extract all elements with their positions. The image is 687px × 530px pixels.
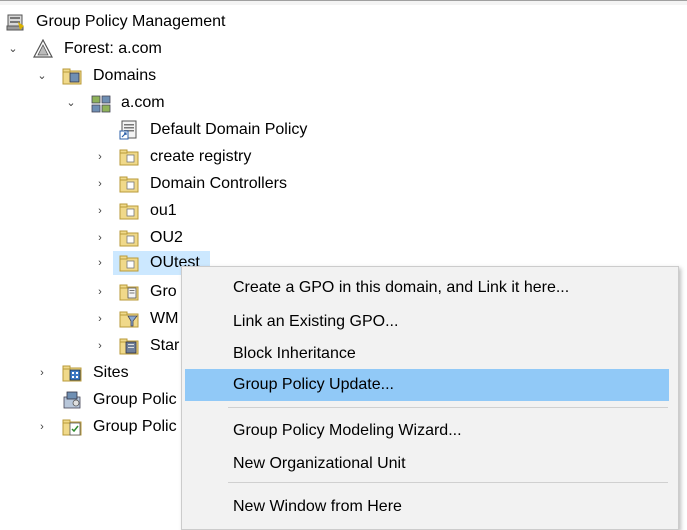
menu-separator <box>228 482 668 483</box>
ou-folder-icon <box>119 203 139 220</box>
menu-item-label: Group Policy Update... <box>233 376 394 393</box>
tree-item-ou[interactable]: › OU2 <box>0 226 300 250</box>
menu-item-label: New Window from Here <box>233 498 402 515</box>
gp-modeling-icon <box>63 391 81 409</box>
chevron-right-icon[interactable]: › <box>95 307 105 331</box>
tree-item-wmi-filters[interactable]: › WM <box>0 307 200 331</box>
tree-item-sites[interactable]: › Sites <box>0 361 200 385</box>
menu-item-label: New Organizational Unit <box>233 455 406 472</box>
menu-item-new-window-from-here[interactable]: New Window from Here <box>185 491 669 523</box>
menu-item-create-gpo-and-link[interactable]: Create a GPO in this domain, and Link it… <box>185 272 669 304</box>
tree-item-label: Forest: a.com <box>64 40 162 57</box>
tree-item-label: Default Domain Policy <box>150 121 308 138</box>
tree-item-label: Domains <box>93 67 157 84</box>
tree-item-label: Domain Controllers <box>150 175 287 192</box>
tree-item-label: OU2 <box>150 229 183 246</box>
ou-folder-icon <box>119 149 139 166</box>
tree-root[interactable]: Group Policy Management <box>0 10 300 34</box>
menu-item-link-existing-gpo[interactable]: Link an Existing GPO... <box>185 306 669 338</box>
tree-item-label: a.com <box>121 94 165 111</box>
chevron-right-icon[interactable]: › <box>37 415 47 439</box>
menu-item-group-policy-update[interactable]: Group Policy Update... <box>185 369 669 401</box>
tree-item-group-policy-modeling[interactable]: Group Polic <box>0 388 200 412</box>
ou-folder-icon <box>119 255 139 272</box>
gp-results-folder-icon <box>62 419 82 436</box>
gpo-folder-icon <box>119 284 139 301</box>
gpo-link-icon <box>119 120 137 140</box>
tree-item-label: Gro <box>150 283 177 300</box>
tree-item-domains[interactable]: ⌄ Domains <box>0 64 300 88</box>
tree-item-group-policy-objects[interactable]: › Gro <box>0 280 200 304</box>
tree-item-label: Group Polic <box>93 418 177 435</box>
tree-item-label: Group Polic <box>93 391 177 408</box>
tree-item-label: ou1 <box>150 202 177 219</box>
wmi-filter-folder-icon <box>119 311 139 328</box>
domains-folder-icon <box>62 68 82 85</box>
chevron-right-icon[interactable]: › <box>95 172 105 196</box>
tree-item-group-policy-results[interactable]: › Group Polic <box>0 415 200 439</box>
gpm-console-icon <box>6 14 24 31</box>
tree-item-label: create registry <box>150 148 252 165</box>
chevron-down-icon[interactable]: ⌄ <box>8 37 18 61</box>
tree-item-ou[interactable]: › ou1 <box>0 199 300 223</box>
chevron-right-icon[interactable]: › <box>95 226 105 250</box>
forest-icon <box>33 39 53 58</box>
ou-folder-icon <box>119 230 139 247</box>
chevron-down-icon[interactable]: ⌄ <box>66 91 76 115</box>
tree-item-label: Star <box>150 337 180 354</box>
starter-gpo-folder-icon <box>119 338 139 355</box>
menu-item-group-policy-modeling-wizard[interactable]: Group Policy Modeling Wizard... <box>185 415 669 447</box>
chevron-right-icon[interactable]: › <box>95 280 105 304</box>
tree-item-ou[interactable]: › Domain Controllers <box>0 172 320 196</box>
tree-item-domain[interactable]: ⌄ a.com <box>0 91 300 115</box>
chevron-right-icon[interactable]: › <box>95 251 105 275</box>
menu-item-label: Create a GPO in this domain, and Link it… <box>233 279 570 296</box>
chevron-right-icon[interactable]: › <box>95 334 105 358</box>
tree-item-label: Sites <box>93 364 129 381</box>
tree-item-ou[interactable]: › create registry <box>0 145 300 169</box>
tree-item-forest[interactable]: ⌄ Forest: a.com <box>0 37 300 61</box>
context-menu: Create a GPO in this domain, and Link it… <box>181 266 679 530</box>
menu-separator <box>228 407 668 408</box>
tree-item-label: WM <box>150 310 179 327</box>
tree-item-default-domain-policy[interactable]: Default Domain Policy <box>0 118 340 142</box>
tree-item-starter-gpos[interactable]: › Star <box>0 334 200 358</box>
menu-item-label: Group Policy Modeling Wizard... <box>233 422 462 439</box>
menu-item-label: Link an Existing GPO... <box>233 313 399 330</box>
menu-item-block-inheritance[interactable]: Block Inheritance <box>185 338 669 370</box>
ou-folder-icon <box>119 176 139 193</box>
chevron-down-icon[interactable]: ⌄ <box>37 64 47 88</box>
window-top-border <box>0 0 687 5</box>
chevron-right-icon[interactable]: › <box>37 361 47 385</box>
chevron-right-icon[interactable]: › <box>95 145 105 169</box>
menu-item-label: Block Inheritance <box>233 345 356 362</box>
menu-item-new-organizational-unit[interactable]: New Organizational Unit <box>185 448 669 480</box>
tree-root-label: Group Policy Management <box>36 13 226 30</box>
chevron-right-icon[interactable]: › <box>95 199 105 223</box>
sites-folder-icon <box>62 365 82 382</box>
domain-icon <box>91 95 111 113</box>
